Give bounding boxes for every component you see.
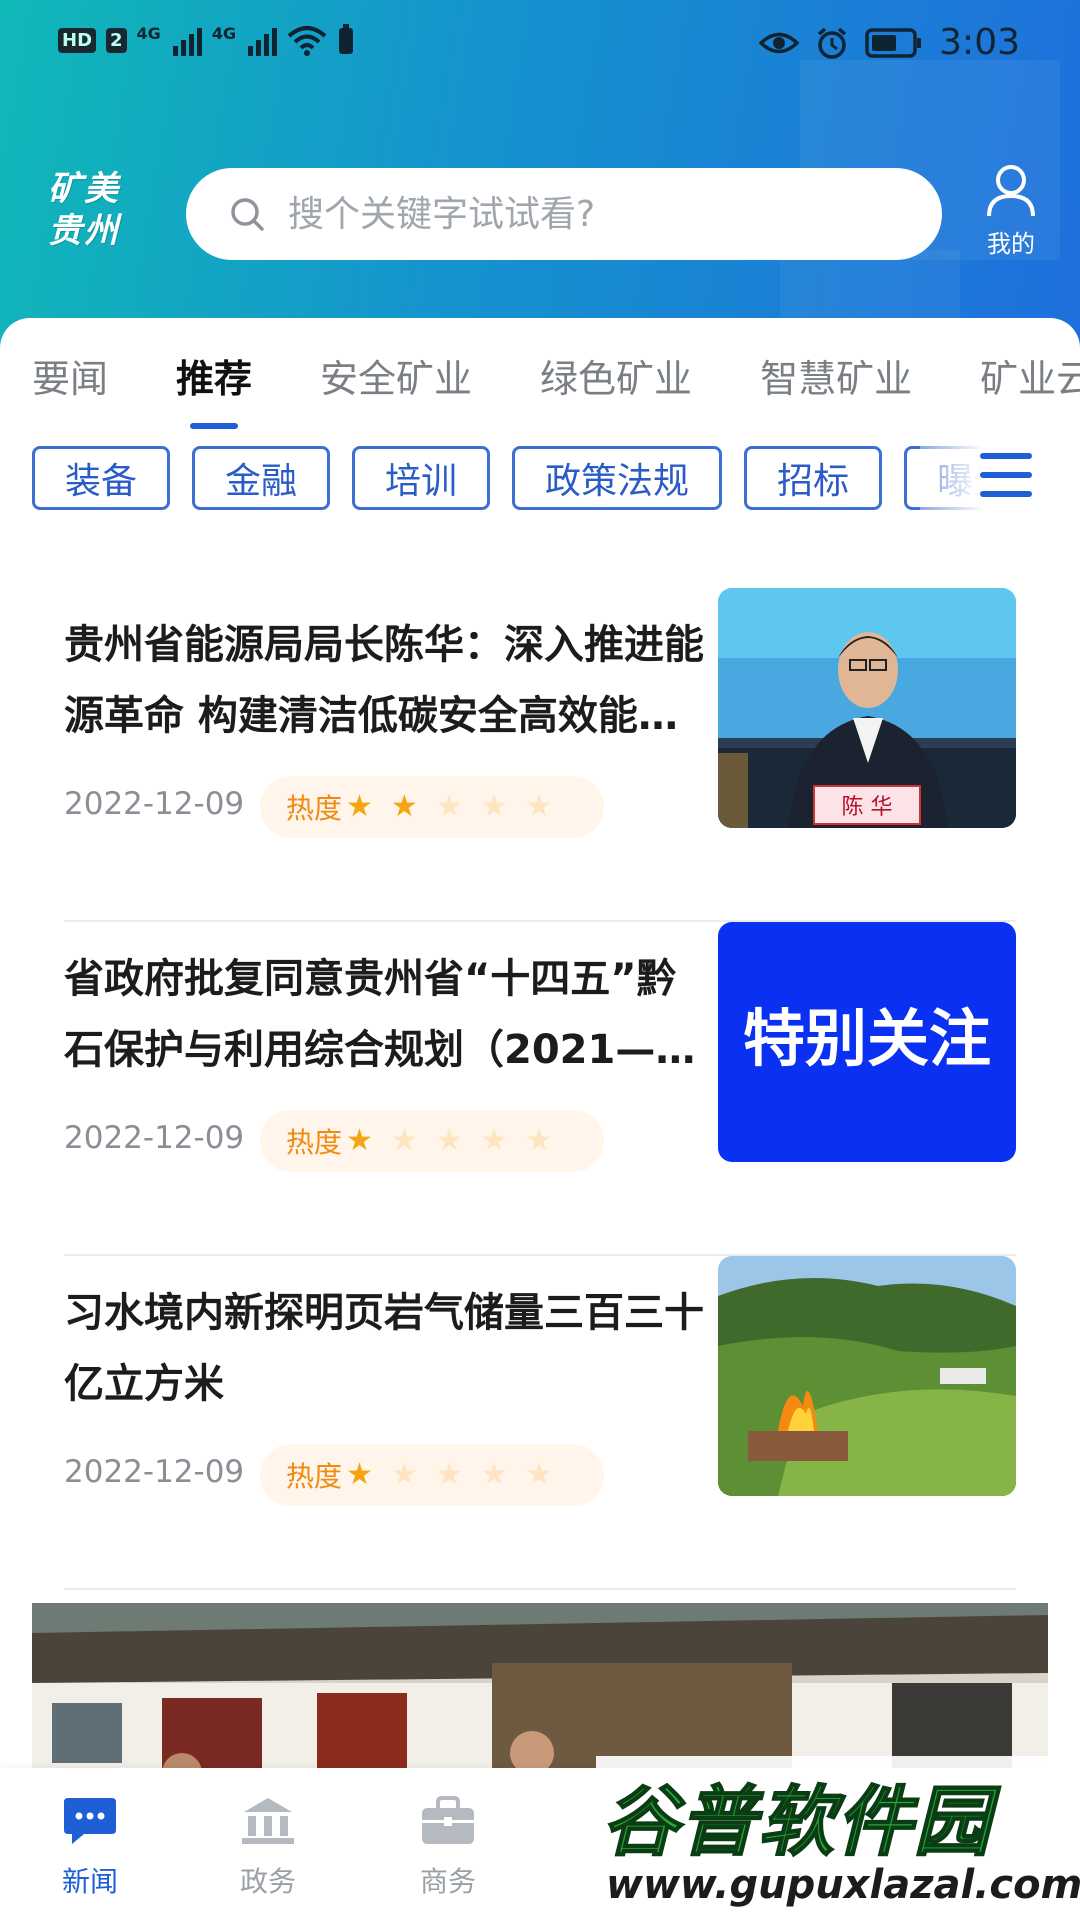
article-date: 2022-12-09 <box>64 1454 245 1490</box>
star-icon: ★ <box>480 1123 508 1158</box>
nav-label: 商务 <box>419 1865 476 1898</box>
article-title: 习水境内新探明页岩气储量三百三十亿立方米 <box>64 1290 704 1407</box>
search-bar[interactable] <box>186 168 942 260</box>
nav-news[interactable]: 新闻 <box>30 1796 150 1900</box>
nav-business[interactable]: 商务 <box>388 1796 508 1900</box>
nav-label: 新闻 <box>61 1865 118 1898</box>
tab-smart-mining[interactable]: 智慧矿业 <box>760 348 912 403</box>
star-icon: ★ <box>525 1123 553 1158</box>
star-icon: ★ <box>390 789 418 824</box>
thumbnail-caption: 陈 华 <box>842 795 893 820</box>
wifi-icon <box>287 26 327 56</box>
alarm-icon <box>818 27 847 59</box>
subcategory-chips: 装备 金融 培训 政策法规 招标 曝光 <box>32 446 1043 510</box>
star-icon: ★ <box>346 1123 373 1158</box>
logo-line: 矿美 <box>48 169 120 209</box>
watermark-title: 谷普软件园 <box>601 1776 992 1867</box>
article-title: 贵州省能源局局长陈华：深入推进能源革命 构建清洁低碳安全高效能源体系 <box>64 622 704 739</box>
article-list: 贵州省能源局局长陈华：深入推进能源革命 构建清洁低碳安全高效能源体系 2022-… <box>32 588 1048 1590</box>
star-icon: ★ <box>525 789 553 824</box>
article-item[interactable]: 习水境内新探明页岩气储量三百三十亿立方米 2022-12-09 热度 ★ ★ ★… <box>64 1256 1016 1590</box>
logo-line: 贵州 <box>48 211 120 251</box>
nav-label: 政务 <box>239 1865 296 1898</box>
profile-button[interactable]: 我的 <box>976 162 1046 259</box>
star-icon: ★ <box>435 789 463 824</box>
heat-label: 热度 <box>286 1460 343 1493</box>
article-date: 2022-12-09 <box>64 1120 245 1156</box>
star-icon: ★ <box>346 789 373 824</box>
thumbnail-caption: 特别关注 <box>743 1002 991 1075</box>
user-icon <box>987 165 1035 217</box>
chip-policy[interactable]: 政策法规 <box>512 446 723 510</box>
signal-icon <box>172 24 202 56</box>
hd-badge: HD <box>58 27 97 53</box>
chip-finance[interactable]: 金融 <box>192 446 331 510</box>
heat-badge: 热度 ★ ★ ★ ★ ★ <box>260 1444 604 1506</box>
watermark-url: www.gupuxlazal.com <box>606 1862 1080 1908</box>
chip-training[interactable]: 培训 <box>352 446 491 510</box>
status-right: 3:03 <box>759 22 1020 63</box>
star-icon: ★ <box>480 789 508 824</box>
menu-icon[interactable] <box>980 453 1032 503</box>
article-thumbnail <box>718 1256 1016 1496</box>
nav-government[interactable]: 政务 <box>208 1796 328 1900</box>
chip-bidding[interactable]: 招标 <box>744 446 883 510</box>
eye-icon <box>759 32 800 53</box>
briefcase-icon <box>422 1796 474 1844</box>
network-type-label: 4G <box>136 24 161 43</box>
tab-mining-cloud[interactable]: 矿业云 <box>980 348 1080 403</box>
article-item[interactable]: 贵州省能源局局长陈华：深入推进能源革命 构建清洁低碳安全高效能源体系 2022-… <box>64 588 1016 922</box>
main-content: 要闻 推荐 安全矿业 绿色矿业 智慧矿业 矿业云 装备 金融 培训 政策法规 招… <box>0 318 1080 1768</box>
profile-label: 我的 <box>987 230 1035 258</box>
tab-safe-mining[interactable]: 安全矿业 <box>320 348 472 403</box>
featured-photo[interactable] <box>32 1603 1048 1768</box>
heat-label: 热度 <box>286 792 343 825</box>
signal-icon <box>248 24 278 56</box>
article-item[interactable]: 省政府批复同意贵州省“十四五”黔石保护与利用综合规划（2021—2025年） 2… <box>64 922 1016 1256</box>
article-date: 2022-12-09 <box>64 786 245 822</box>
article-thumbnail: 陈 华 <box>718 588 1016 828</box>
status-bar: HD 2 4G 4G 3:03 <box>0 0 1080 92</box>
heat-badge: 热度 ★ ★ ★ ★ ★ <box>260 776 604 838</box>
chat-bubble-icon <box>64 1798 116 1844</box>
category-tabs: 要闻 推荐 安全矿业 绿色矿业 智慧矿业 矿业云 <box>32 348 1080 429</box>
star-icon: ★ <box>435 1123 463 1158</box>
watermark: 谷普软件园 www.gupuxlazal.com <box>596 1756 1080 1920</box>
status-left: HD 2 4G 4G <box>58 24 355 56</box>
search-icon <box>231 198 264 231</box>
battery-saver-icon <box>339 24 354 54</box>
tab-recommended[interactable]: 推荐 <box>176 348 252 429</box>
government-icon <box>242 1798 294 1844</box>
tab-green-mining[interactable]: 绿色矿业 <box>540 348 692 403</box>
tab-headlines[interactable]: 要闻 <box>32 348 108 403</box>
network-type-label: 4G <box>211 24 237 43</box>
star-icon: ★ <box>435 1457 463 1492</box>
sim-badge: 2 <box>106 27 127 53</box>
heat-badge: 热度 ★ ★ ★ ★ ★ <box>260 1110 604 1172</box>
battery-icon <box>865 27 922 58</box>
clock: 3:03 <box>939 22 1020 63</box>
star-icon: ★ <box>346 1457 373 1492</box>
star-icon: ★ <box>390 1123 418 1158</box>
chip-equipment[interactable]: 装备 <box>32 446 171 510</box>
search-input[interactable] <box>286 192 910 236</box>
article-thumbnail: 特别关注 <box>718 922 1016 1162</box>
app-header: HD 2 4G 4G 3:03 矿美 贵州 我的 <box>0 0 1080 370</box>
star-icon: ★ <box>480 1457 508 1492</box>
article-title: 省政府批复同意贵州省“十四五”黔石保护与利用综合规划（2021—2025年） <box>64 956 677 1073</box>
app-logo: 矿美 贵州 <box>48 168 144 252</box>
star-icon: ★ <box>390 1457 418 1492</box>
star-icon: ★ <box>525 1457 553 1492</box>
heat-label: 热度 <box>286 1126 343 1159</box>
